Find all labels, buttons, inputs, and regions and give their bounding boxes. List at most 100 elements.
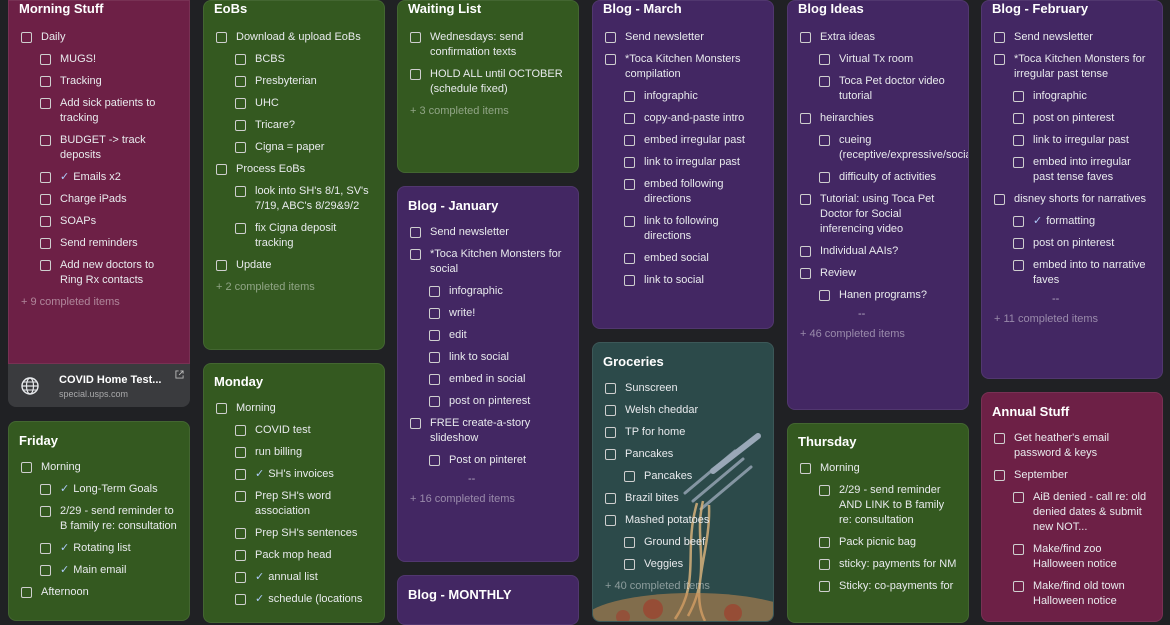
checklist-item[interactable]: Afternoon [19, 585, 179, 600]
checklist-item[interactable]: Hanen programs? [817, 288, 958, 303]
checklist-item-text[interactable]: link to irregular past [1033, 134, 1129, 146]
checkbox[interactable] [819, 290, 830, 301]
checklist-item[interactable]: Pack picnic bag [817, 535, 958, 550]
checkbox[interactable] [1013, 216, 1024, 227]
checklist-item[interactable]: Extra ideas [798, 30, 958, 45]
checklist-item[interactable]: sticky: payments for NM [817, 557, 958, 572]
checklist-item[interactable]: Tutorial: using Toca Pet Doctor for Soci… [798, 192, 958, 237]
checklist-item[interactable]: link to social [427, 350, 568, 365]
checklist-item-text[interactable]: *Toca Kitchen Monsters for irregular pas… [1014, 53, 1145, 80]
checklist-item-text[interactable]: infographic [644, 90, 698, 102]
checklist-item-text[interactable]: AiB denied - call re: old denied dates &… [1033, 491, 1146, 533]
checklist-item-text[interactable]: post on pinterest [1033, 237, 1114, 249]
checklist-item-text[interactable]: embed into irregular past tense faves [1033, 156, 1131, 183]
checklist-item-text[interactable]: SOAPs [60, 215, 96, 227]
checklist-item-text[interactable]: BUDGET -> track deposits [60, 134, 146, 161]
checklist-item[interactable]: 2/29 - send reminder AND LINK to B famil… [817, 483, 958, 528]
checklist-item[interactable]: look into SH's 8/1, SV's 7/19, ABC's 8/2… [233, 184, 374, 214]
checklist-item-text[interactable]: Brazil bites [625, 492, 679, 504]
checkbox[interactable] [1013, 135, 1024, 146]
checkbox[interactable] [216, 260, 227, 271]
checklist-item-text[interactable]: edit [449, 329, 467, 341]
checklist-item-text[interactable]: 2/29 - send reminder to B family re: con… [60, 505, 177, 532]
checklist-item[interactable]: BUDGET -> track deposits [38, 133, 179, 163]
checkbox[interactable] [40, 54, 51, 65]
checklist-item[interactable]: embed social [622, 251, 763, 266]
checklist-item-text[interactable]: Update [236, 259, 271, 271]
checklist-item-text[interactable]: embed irregular past [644, 134, 745, 146]
checkbox[interactable] [235, 447, 246, 458]
checkbox[interactable] [605, 515, 616, 526]
checkbox[interactable] [624, 275, 635, 286]
checklist-item[interactable]: Tracking [38, 74, 179, 89]
checklist-item[interactable]: embed in social [427, 372, 568, 387]
checklist-item[interactable]: Brazil bites [603, 491, 763, 506]
checklist-item-text[interactable]: 2/29 - send reminder AND LINK to B famil… [839, 484, 944, 526]
checklist-item-text[interactable]: Add new doctors to Ring Rx contacts [60, 259, 154, 286]
checkbox[interactable] [605, 427, 616, 438]
checkbox[interactable] [800, 246, 811, 257]
checkbox[interactable] [235, 594, 246, 605]
checkbox[interactable] [624, 216, 635, 227]
checklist-item-text[interactable]: Cigna = paper [255, 141, 324, 153]
note-friday[interactable]: Friday Morning ✓ Long-Term Goals 2/29 - sen… [8, 421, 190, 621]
checkbox[interactable] [624, 471, 635, 482]
checkbox[interactable] [994, 32, 1005, 43]
checklist-item[interactable]: ✓ annual list [233, 570, 374, 585]
note-blog-ideas[interactable]: Blog Ideas Extra ideas Virtual Tx room Toc… [787, 0, 969, 410]
checklist-item-text[interactable]: sticky: payments for NM [839, 558, 956, 570]
checklist-item[interactable]: ✓ formatting [1011, 214, 1152, 229]
checkbox[interactable] [235, 186, 246, 197]
checkbox[interactable] [994, 470, 1005, 481]
checklist-item[interactable]: September [992, 468, 1152, 483]
checklist-item[interactable]: MUGS! [38, 52, 179, 67]
checklist-item[interactable]: Daily [19, 30, 179, 45]
checklist-item[interactable]: link to following directions [622, 214, 763, 244]
checklist-item[interactable]: link to irregular past [1011, 133, 1152, 148]
checkbox[interactable] [800, 463, 811, 474]
checkbox[interactable] [1013, 157, 1024, 168]
checklist-item[interactable]: FREE create-a-story slideshow [408, 416, 568, 446]
completed-items-toggle[interactable]: + 11 completed items [992, 313, 1152, 325]
checkbox[interactable] [410, 69, 421, 80]
checkbox[interactable] [1013, 544, 1024, 555]
checklist-item[interactable]: ✓ Main email [38, 563, 179, 578]
checklist-item-text[interactable]: Extra ideas [820, 31, 875, 43]
checkbox[interactable] [605, 449, 616, 460]
checkbox[interactable] [800, 268, 811, 279]
checkbox[interactable] [624, 113, 635, 124]
checkbox[interactable] [429, 396, 440, 407]
checkbox[interactable] [410, 418, 421, 429]
checklist-item-text[interactable]: embed following directions [644, 178, 724, 205]
checkbox[interactable] [235, 528, 246, 539]
checklist-item-text[interactable]: Send reminders [60, 237, 138, 249]
checklist-item-text[interactable]: UHC [255, 97, 279, 109]
checklist-item-text[interactable]: embed into to narrative faves [1033, 259, 1146, 286]
checklist-item-text[interactable]: Prep SH's sentences [255, 527, 357, 539]
checklist-item[interactable]: infographic [622, 89, 763, 104]
note-morning-stuff[interactable]: Morning Stuff Daily MUGS! Tracking Add sick… [8, 0, 190, 364]
checklist-item-text[interactable]: Main email [73, 564, 126, 576]
checklist-item-text[interactable]: link to social [449, 351, 509, 363]
checklist-item[interactable]: cueing (receptive/expressive/social/flue… [817, 133, 968, 163]
checklist-item[interactable]: link to social [622, 273, 763, 288]
checkbox[interactable] [40, 484, 51, 495]
checkbox[interactable] [216, 164, 227, 175]
checkbox[interactable] [605, 32, 616, 43]
checklist-item[interactable]: post on pinterest [427, 394, 568, 409]
checklist-item[interactable]: Sticky: co-payments for [817, 579, 958, 594]
checkbox[interactable] [40, 76, 51, 87]
checklist-item-text[interactable]: Veggies [644, 558, 683, 570]
completed-items-toggle[interactable]: + 3 completed items [408, 105, 568, 117]
checkbox[interactable] [605, 54, 616, 65]
checklist-item[interactable]: *Toca Kitchen Monsters compilation [603, 52, 763, 82]
checklist-item-text[interactable]: annual list [268, 571, 318, 583]
checklist-item-text[interactable]: embed in social [449, 373, 525, 385]
checklist-item-text[interactable]: Tutorial: using Toca Pet Doctor for Soci… [820, 193, 934, 235]
checklist-item-text[interactable]: Tracking [60, 75, 102, 87]
checklist-item[interactable]: Veggies [622, 557, 763, 572]
checklist-item[interactable]: HOLD ALL until OCTOBER (schedule fixed) [408, 67, 568, 97]
checklist-item[interactable]: Review [798, 266, 958, 281]
checklist-item[interactable]: Morning [19, 460, 179, 475]
completed-items-toggle[interactable]: + 40 completed items [603, 580, 763, 592]
